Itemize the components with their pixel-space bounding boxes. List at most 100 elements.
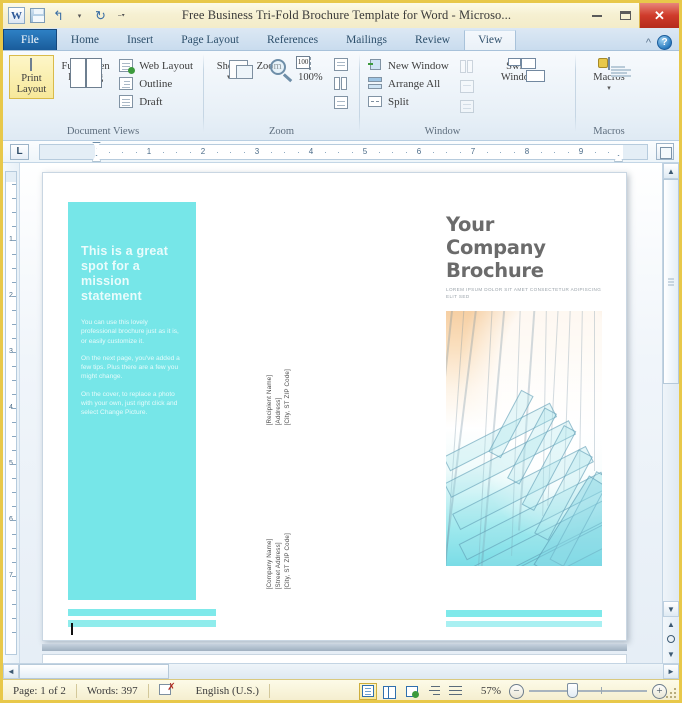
print-layout-view-button[interactable] — [358, 682, 377, 700]
macros-dropdown-icon[interactable]: ▾ — [607, 83, 611, 94]
tab-references[interactable]: References — [253, 30, 332, 50]
zoom-in-button[interactable]: + — [652, 683, 667, 699]
zoom-percentage[interactable]: 57% — [473, 685, 509, 697]
macros-label: Macros — [593, 72, 625, 83]
tab-file[interactable]: File — [3, 29, 57, 50]
tab-insert[interactable]: Insert — [113, 30, 167, 50]
ruler-number: 2 — [200, 146, 206, 156]
reset-window-position-button[interactable] — [458, 98, 479, 114]
scroll-up-button[interactable]: ▲ — [663, 163, 679, 179]
horizontal-scroll-thumb[interactable] — [19, 664, 169, 679]
macros-button[interactable]: Macros ▾ — [582, 55, 636, 97]
select-browse-object-button[interactable] — [664, 632, 679, 646]
tab-stop-selector[interactable]: L — [10, 143, 29, 160]
horizontal-scroll-track[interactable] — [19, 664, 663, 679]
title-bar: W ↰ ▾ ↻ ⎯▾ Free Business Tri-Fold Brochu… — [3, 3, 679, 28]
outline-button[interactable]: Outline — [117, 76, 197, 92]
cover-photo-glass-building[interactable] — [446, 311, 602, 566]
zoom-button[interactable]: Zoom — [249, 55, 293, 82]
vruler-tick — [12, 408, 16, 409]
draft-button[interactable]: Draft — [117, 94, 197, 110]
tab-home[interactable]: Home — [57, 30, 113, 50]
window-dim-buttons — [458, 55, 479, 114]
zoom-out-button[interactable]: − — [509, 683, 524, 699]
web-layout-view-button[interactable] — [403, 683, 421, 700]
arrange-all-button[interactable]: Arrange All — [366, 76, 453, 92]
ruler-tick — [108, 151, 110, 153]
customize-qat-icon[interactable]: ⎯▾ — [113, 7, 130, 24]
vertical-scroll-track[interactable] — [663, 179, 679, 601]
zoom-slider-thumb[interactable] — [567, 683, 578, 699]
vertical-scroll-thumb[interactable] — [663, 179, 679, 384]
document-views-group-label: Document Views — [66, 126, 140, 137]
ruler-number: 3 — [254, 146, 260, 156]
tab-mailings[interactable]: Mailings — [332, 30, 401, 50]
undo-icon[interactable]: ↰ — [50, 7, 67, 24]
brochure-title-line-1: Your — [446, 213, 495, 236]
brochure-left-panel[interactable]: This is a great spot for a mission state… — [68, 202, 196, 600]
recipient-address-block[interactable]: [Recipient Name] [Address] [City, ST ZIP… — [265, 369, 292, 425]
one-page-button[interactable] — [332, 57, 353, 73]
next-page-button[interactable]: ▼ — [664, 647, 679, 661]
right-indent-marker[interactable] — [614, 154, 623, 162]
scroll-down-button[interactable]: ▼ — [663, 601, 679, 617]
synchronous-scrolling-button[interactable] — [458, 78, 479, 94]
web-layout-view-icon — [405, 685, 419, 698]
horizontal-scrollbar[interactable]: ◄ ► — [3, 663, 679, 679]
tab-page-layout[interactable]: Page Layout — [167, 30, 253, 50]
word-logo-icon[interactable]: W — [8, 7, 25, 24]
tab-view[interactable]: View — [464, 30, 517, 50]
page-width-button[interactable] — [332, 95, 353, 111]
street-address: [Street Address] — [275, 542, 282, 590]
print-layout-button[interactable]: Print Layout — [9, 55, 54, 99]
draft-view-button[interactable] — [447, 683, 465, 700]
outline-view-button[interactable] — [425, 683, 443, 700]
new-window-button[interactable]: New Window — [366, 58, 453, 74]
zoom-slider-track[interactable] — [529, 683, 647, 699]
split-button[interactable]: Split — [366, 94, 453, 110]
maximize-button[interactable] — [611, 3, 639, 28]
scroll-left-button[interactable]: ◄ — [3, 664, 19, 679]
minimize-ribbon-icon[interactable]: ^ — [646, 37, 651, 49]
vertical-ruler[interactable]: 1234567 — [3, 163, 20, 663]
undo-dropdown-icon[interactable]: ▾ — [71, 7, 88, 24]
help-icon[interactable]: ? — [657, 35, 672, 50]
zoom-slider-control[interactable]: − + — [509, 683, 679, 699]
vertical-scrollbar[interactable]: ▲ ▼ ▲ ▼ — [662, 163, 679, 663]
outline-view-icon — [427, 686, 441, 696]
window-small-buttons: New Window Arrange All Split — [366, 55, 453, 110]
company-name: [Company Name] — [266, 538, 273, 590]
page-indicator[interactable]: Page: 1 of 2 — [3, 685, 76, 697]
ribbon-group-macros: Macros ▾ Macros — [576, 51, 642, 140]
zoom-100-button[interactable]: 100 100% — [291, 55, 330, 86]
save-icon[interactable] — [29, 7, 46, 24]
brochure-cover-panel[interactable]: Your Company Brochure LOREM IPSUM DOLOR … — [446, 213, 606, 620]
scroll-right-button[interactable]: ► — [663, 664, 679, 679]
arrange-all-icon — [368, 77, 383, 91]
full-screen-reading-button[interactable]: Full Screen Reading — [59, 55, 112, 86]
view-ruler-button[interactable] — [656, 143, 674, 160]
word-count[interactable]: Words: 397 — [77, 685, 148, 697]
quick-access-toolbar[interactable]: W ↰ ▾ ↻ ⎯▾ — [3, 7, 130, 24]
show-button[interactable]: Show ▾ — [210, 55, 247, 86]
minimize-button[interactable] — [583, 3, 611, 28]
view-side-by-side-button[interactable] — [458, 58, 479, 74]
document-canvas[interactable]: This is a great spot for a mission state… — [20, 163, 662, 663]
tab-review[interactable]: Review — [401, 30, 464, 50]
resize-grip[interactable] — [666, 688, 676, 698]
sender-address-block[interactable]: [Company Name] [Street Address] [City, S… — [265, 533, 292, 589]
document-page-2[interactable]: Lorem ipsum dolor sit amet — [42, 654, 627, 663]
close-button[interactable]: ✕ — [639, 3, 679, 28]
language-indicator[interactable]: English (U.S.) — [186, 685, 269, 697]
recipient-name: [Recipient Name] — [266, 374, 273, 426]
web-layout-button[interactable]: Web Layout — [117, 58, 197, 74]
proofing-status-icon[interactable]: ✗ — [149, 682, 186, 700]
document-page-1[interactable]: This is a great spot for a mission state… — [42, 172, 627, 641]
full-screen-reading-view-button[interactable] — [381, 683, 399, 700]
horizontal-ruler[interactable]: 1 2 3 4 5 6 7 8 9 — [39, 141, 648, 162]
switch-windows-button[interactable]: Switch Windows — [490, 55, 552, 86]
two-pages-button[interactable] — [332, 76, 353, 92]
vruler-tick — [12, 394, 16, 395]
redo-icon[interactable]: ↻ — [92, 7, 109, 24]
previous-page-button[interactable]: ▲ — [664, 617, 679, 631]
